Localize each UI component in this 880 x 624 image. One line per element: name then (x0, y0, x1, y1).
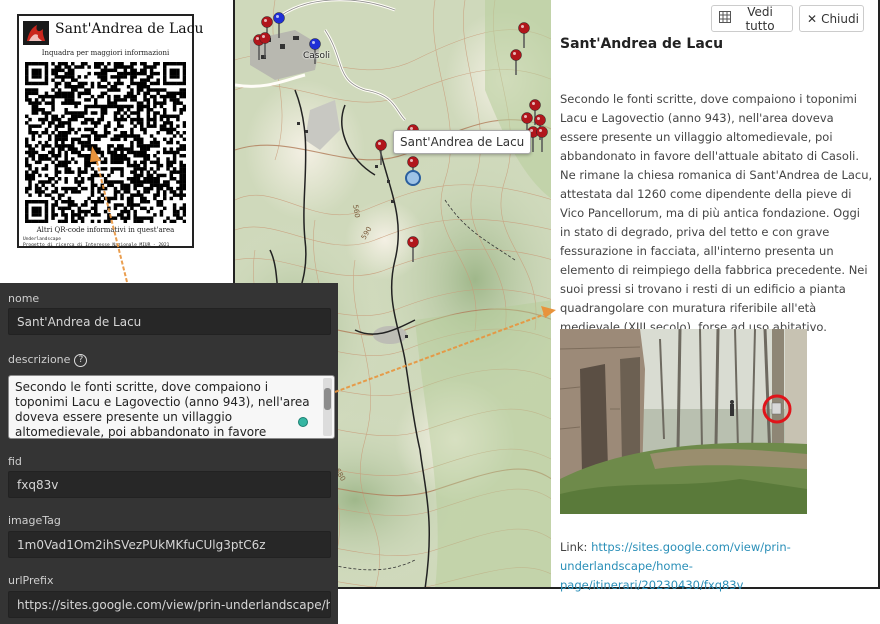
poster-bottom-text: Altri QR-code informativi in quest'area (36, 226, 175, 234)
close-label: Chiudi (821, 11, 859, 26)
status-dot (298, 417, 308, 427)
info-panel: Vedi tutto ✕ Chiudi Sant'Andrea de Lacu … (551, 0, 880, 592)
view-all-label: Vedi tutto (745, 4, 775, 33)
scrollbar-thumb[interactable] (324, 388, 331, 410)
map-marker-icon[interactable] (273, 12, 285, 39)
textarea-scrollbar[interactable] (323, 378, 332, 436)
descrizione-label-row: descrizione? (8, 353, 88, 367)
nome-input[interactable]: Sant'Andrea de Lacu (8, 308, 331, 335)
descrizione-textarea[interactable]: Secondo le fonti scritte, dove compaiono… (8, 375, 335, 439)
site-link[interactable]: https://sites.google.com/view/prin-under… (560, 540, 791, 592)
marker-tooltip: Sant'Andrea de Lacu (393, 130, 532, 154)
selected-location-icon[interactable] (405, 170, 421, 186)
urlprefix-label: urlPrefix (8, 574, 54, 587)
fid-input[interactable]: fxq83v (8, 471, 331, 498)
map-marker-icon[interactable] (518, 22, 530, 49)
help-icon[interactable]: ? (74, 353, 88, 367)
panel-link-block: Link: https://sites.google.com/view/prin… (560, 538, 876, 595)
grid-icon (719, 11, 731, 26)
map-marker-icon[interactable] (375, 139, 387, 166)
close-button[interactable]: ✕ Chiudi (799, 5, 864, 32)
site-photo (560, 329, 807, 514)
logo-icon (23, 21, 49, 45)
map-marker-icon[interactable] (510, 49, 522, 76)
poster-subtitle: Inquadra per maggiori informazioni (41, 49, 170, 57)
urlprefix-input[interactable]: https://sites.google.com/view/prin-under… (8, 591, 331, 618)
fid-label: fid (8, 455, 22, 468)
qr-poster: Sant'Andrea de Lacu Inquadra per maggior… (17, 14, 204, 248)
nome-label: nome (8, 292, 40, 305)
close-icon: ✕ (807, 11, 818, 26)
imagetag-label: imageTag (8, 514, 61, 527)
panel-description: Secondo le fonti scritte, dove compaiono… (560, 92, 873, 334)
link-prefix: Link: (560, 540, 588, 554)
place-label: Casoli (303, 51, 330, 61)
poster-footer: Underlandscape Progetto di ricerca di In… (23, 237, 170, 248)
descrizione-text: Secondo le fonti scritte, dove compaiono… (15, 380, 310, 439)
panel-title: Sant'Andrea de Lacu (560, 36, 724, 52)
poster-title: Sant'Andrea de Lacu (55, 21, 204, 37)
map-marker-icon[interactable] (407, 236, 419, 263)
map-marker-icon[interactable] (536, 126, 548, 153)
qr-code-icon (25, 62, 186, 223)
imagetag-input[interactable]: 1m0Vad1Om2ihSVezPUkMKfuCUlg3ptC6z (8, 531, 331, 558)
attribute-form: nome Sant'Andrea de Lacu descrizione? Se… (0, 283, 338, 624)
view-all-button[interactable]: Vedi tutto (711, 4, 793, 33)
descrizione-label: descrizione (8, 353, 71, 366)
